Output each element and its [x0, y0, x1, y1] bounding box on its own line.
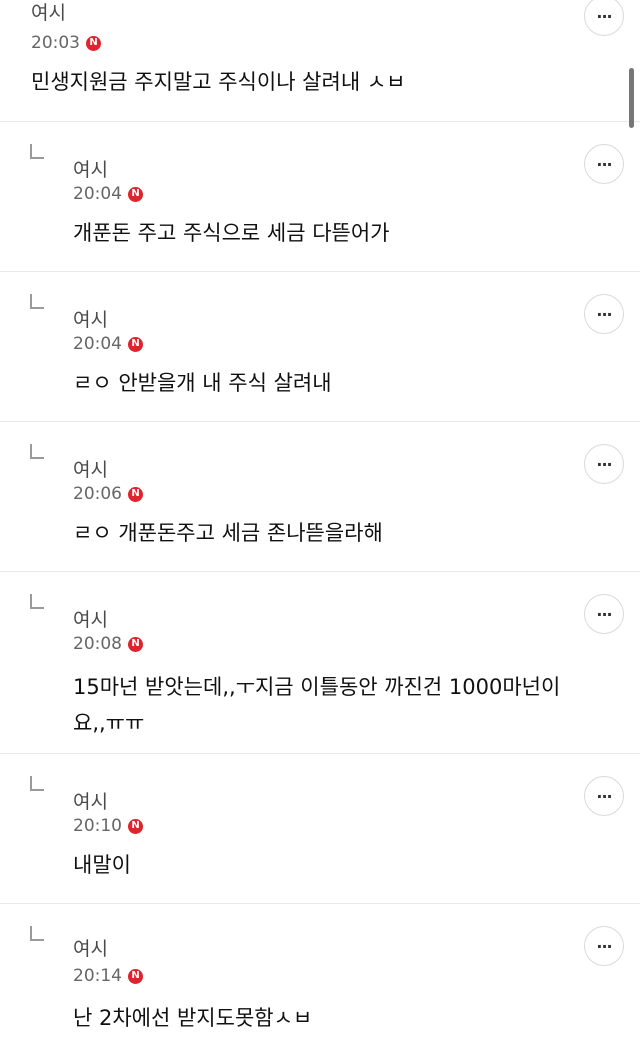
comment-meta: 20:03 N — [31, 33, 101, 53]
comment-author: 여시 — [73, 938, 108, 960]
reply-arrow-icon — [30, 926, 44, 941]
reply-arrow-icon — [30, 294, 44, 309]
reply-item: 여시 20:04 N 개푼돈 주고 주식으로 세금 다뜯어가 ··· — [0, 121, 640, 271]
reply-arrow-icon — [30, 144, 44, 159]
comment-meta: 20:06 N — [73, 484, 143, 504]
reply-item: 여시 20:06 N ㄹㅇ 개푼돈주고 세금 존나뜯을라해 ··· — [0, 421, 640, 571]
reply-arrow-icon — [30, 444, 44, 459]
reply-item: 여시 20:08 N 15마넌 받앗는데,,ㅜ지금 이틀동안 까진건 1000마… — [0, 571, 640, 753]
scrollbar-thumb[interactable] — [629, 68, 634, 128]
comment-meta: 20:04 N — [73, 184, 143, 204]
comment-author: 여시 — [31, 2, 66, 24]
reply-item: 여시 20:04 N ㄹㅇ 안받을개 내 주식 살려내 ··· — [0, 271, 640, 421]
more-options-button[interactable]: ··· — [584, 0, 624, 36]
new-badge-icon: N — [128, 486, 143, 502]
comment-author: 여시 — [73, 459, 108, 481]
reply-item: 여시 20:10 N 내말이 ··· — [0, 753, 640, 903]
comment-text: 난 2차에선 받지도못함ㅅㅂ — [73, 1006, 313, 1030]
new-badge-icon: N — [128, 336, 143, 352]
comment-text: ㄹㅇ 안받을개 내 주식 살려내 — [73, 371, 332, 395]
new-badge-icon: N — [128, 186, 143, 202]
comment-time: 20:08 — [73, 634, 122, 654]
new-badge-icon: N — [128, 818, 143, 834]
more-options-button[interactable]: ··· — [584, 926, 624, 966]
comment-author: 여시 — [73, 609, 108, 631]
comment-text: 15마넌 받앗는데,,ㅜ지금 이틀동안 까진건 1000마넌이 요,,ㅠㅠ — [73, 675, 561, 735]
new-badge-icon: N — [128, 968, 143, 984]
new-badge-icon: N — [86, 35, 101, 51]
comment-text: 개푼돈 주고 주식으로 세금 다뜯어가 — [73, 221, 390, 245]
reply-arrow-icon — [30, 776, 44, 791]
more-options-button[interactable]: ··· — [584, 294, 624, 334]
comment-time: 20:03 — [31, 33, 80, 53]
more-options-button[interactable]: ··· — [584, 444, 624, 484]
comment-item: 여시 20:03 N 민생지원금 주지말고 주식이나 살려내 ㅅㅂ ··· — [0, 0, 640, 121]
comment-author: 여시 — [73, 159, 108, 181]
comment-text: ㄹㅇ 개푼돈주고 세금 존나뜯을라해 — [73, 521, 383, 545]
more-options-button[interactable]: ··· — [584, 144, 624, 184]
new-badge-icon: N — [128, 636, 143, 652]
comment-meta: 20:10 N — [73, 816, 143, 836]
comment-time: 20:14 — [73, 966, 122, 986]
comment-time: 20:04 — [73, 184, 122, 204]
more-options-button[interactable]: ··· — [584, 594, 624, 634]
comment-text: 민생지원금 주지말고 주식이나 살려내 ㅅㅂ — [31, 70, 406, 94]
comment-meta: 20:14 N — [73, 966, 143, 986]
reply-item: 여시 20:14 N 난 2차에선 받지도못함ㅅㅂ ··· — [0, 903, 640, 1050]
comment-text: 내말이 — [73, 853, 131, 877]
comment-author: 여시 — [73, 309, 108, 331]
comment-author: 여시 — [73, 791, 108, 813]
reply-arrow-icon — [30, 594, 44, 609]
comment-list: 여시 20:03 N 민생지원금 주지말고 주식이나 살려내 ㅅㅂ ··· 여시… — [0, 0, 640, 1050]
comment-time: 20:06 — [73, 484, 122, 504]
comment-meta: 20:08 N — [73, 634, 143, 654]
more-options-button[interactable]: ··· — [584, 776, 624, 816]
comment-time: 20:04 — [73, 334, 122, 354]
comment-time: 20:10 — [73, 816, 122, 836]
comment-meta: 20:04 N — [73, 334, 143, 354]
